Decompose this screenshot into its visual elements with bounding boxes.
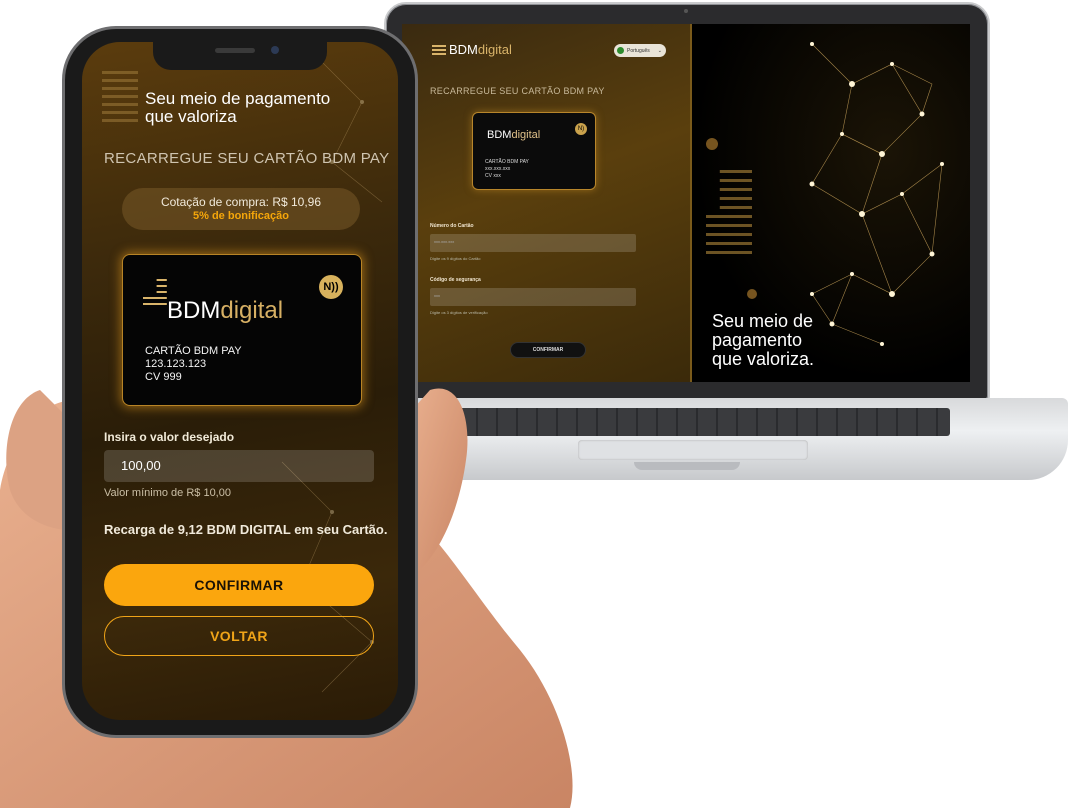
security-code-label: Código de segurança bbox=[430, 277, 481, 283]
front-camera-icon bbox=[271, 46, 279, 54]
nfc-icon: N) bbox=[575, 123, 587, 135]
card-number: 123.123.123 bbox=[145, 358, 207, 370]
confirm-button[interactable]: CONFIRMAR bbox=[104, 564, 374, 606]
card-name: CARTÃO BDM PAY bbox=[145, 345, 242, 357]
nfc-icon: N)) bbox=[319, 275, 343, 299]
amount-hint: Valor mínimo de R$ 10,00 bbox=[104, 487, 231, 499]
laptop-notch bbox=[634, 462, 740, 470]
card-number-hint: Digite os 9 dígitos do Cartão bbox=[430, 256, 481, 261]
amount-label: Insira o valor desejado bbox=[104, 430, 235, 444]
recharge-summary: Recarga de 9,12 BDM DIGITAL em seu Cartã… bbox=[104, 522, 388, 537]
bonus-rate: 5% de bonificação bbox=[193, 210, 289, 222]
laptop-camera bbox=[684, 9, 688, 13]
laptop-logo: BDMdigital bbox=[432, 42, 512, 57]
decorative-bars bbox=[102, 66, 138, 122]
phone-notch bbox=[153, 40, 327, 70]
laptop-confirm-button[interactable]: CONFIRMAR bbox=[510, 342, 586, 358]
card-number-label: Número do Cartão bbox=[430, 223, 474, 229]
security-code-input[interactable]: xxx bbox=[430, 288, 636, 306]
logo-bars-icon bbox=[432, 44, 446, 57]
language-selector[interactable]: Português ⌄ bbox=[614, 44, 666, 57]
chevron-down-icon: ⌄ bbox=[657, 47, 662, 54]
security-code-hint: Digite os 3 dígitos de verificação bbox=[430, 310, 488, 315]
exchange-rate-badge: Cotação de compra: R$ 10,96 5% de bonifi… bbox=[122, 188, 360, 230]
laptop-hero-panel: Seu meio de pagamento que valoriza. bbox=[690, 24, 970, 382]
card-cvv: CV 999 bbox=[145, 371, 182, 383]
phone-screen: Seu meio de pagamento que valoriza RECAR… bbox=[82, 42, 398, 720]
laptop-trackpad bbox=[578, 440, 808, 460]
back-button[interactable]: VOLTAR bbox=[104, 616, 374, 656]
laptop-tagline: Seu meio de pagamento que valoriza. bbox=[712, 311, 815, 369]
laptop-card-preview: BDMdigital N) CARTÃO BDM PAY xxx.xxx.xxx… bbox=[472, 112, 596, 190]
card-number-input[interactable]: xxx.xxx.xxx bbox=[430, 234, 636, 252]
card-name: CARTÃO BDM PAY bbox=[485, 159, 529, 165]
card-number: xxx.xxx.xxx bbox=[485, 166, 511, 172]
phone-page-title: RECARREGUE SEU CARTÃO BDM PAY bbox=[104, 150, 390, 167]
speaker-icon bbox=[215, 48, 255, 53]
card-logo: BDMdigital bbox=[487, 129, 541, 141]
amount-input[interactable]: 100,00 bbox=[104, 450, 374, 482]
brazil-flag-icon bbox=[617, 47, 624, 54]
laptop-form-panel: BDMdigital Português ⌄ RECARREGUE SEU CA… bbox=[402, 24, 690, 382]
laptop-screen: BDMdigital Português ⌄ RECARREGUE SEU CA… bbox=[402, 24, 970, 382]
card-cvv: CV xxx bbox=[485, 173, 501, 179]
bdm-pay-card: BDMdigital N)) CARTÃO BDM PAY 123.123.12… bbox=[122, 254, 362, 406]
laptop-page-title: RECARREGUE SEU CARTÃO BDM PAY bbox=[430, 86, 605, 96]
phone-tagline: Seu meio de pagamento que valoriza bbox=[145, 89, 331, 126]
purchase-rate: Cotação de compra: R$ 10,96 bbox=[160, 195, 322, 209]
